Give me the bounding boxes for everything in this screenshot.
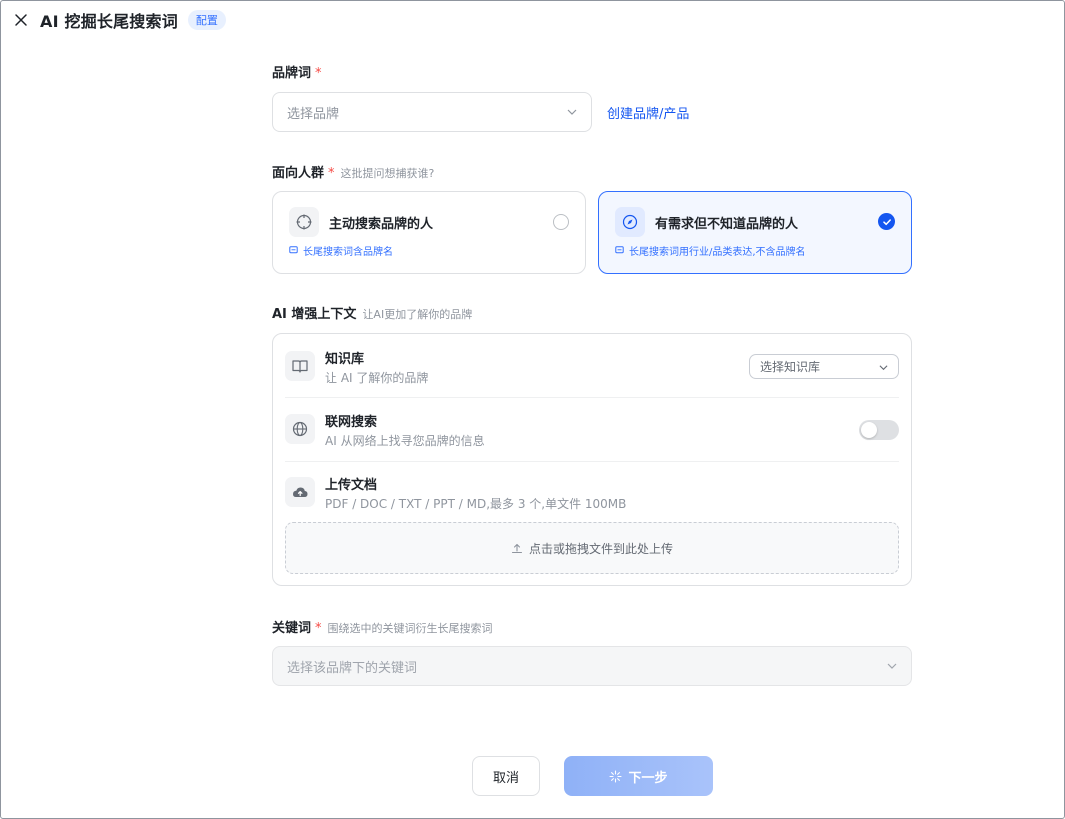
- audience-option-title: 主动搜索品牌的人: [329, 217, 434, 232]
- audience-label-text: 面向人群: [272, 166, 325, 181]
- upload-desc: PDF / DOC / TXT / PPT / MD,最多 3 个,单文件 10…: [325, 497, 627, 511]
- check-circle-icon[interactable]: [878, 213, 895, 230]
- keywords-select-placeholder: 选择该品牌下的关键词: [287, 660, 418, 676]
- divider: [285, 461, 899, 462]
- required-mark: *: [315, 621, 322, 636]
- keywords-label-text: 关键词: [272, 621, 312, 636]
- web-search-row: 联网搜索 AI 从网络上找寻您品牌的信息: [285, 411, 899, 448]
- close-icon[interactable]: [14, 13, 28, 27]
- message-icon: [289, 246, 298, 254]
- cancel-button[interactable]: 取消: [472, 756, 540, 796]
- audience-option-desc-text: 长尾搜索词含品牌名: [303, 247, 393, 258]
- chevron-down-icon: [879, 365, 888, 371]
- brand-label-text: 品牌词: [272, 66, 312, 81]
- knowledge-base-row: 知识库 让 AI 了解你的品牌 选择知识库: [285, 348, 899, 385]
- keywords-label: 关键词 * 围绕选中的关键词衍生长尾搜索词: [272, 617, 493, 636]
- next-step-button[interactable]: 下一步: [564, 756, 713, 796]
- toggle-knob: [861, 422, 877, 438]
- web-search-title: 联网搜索: [325, 415, 378, 430]
- upload-title: 上传文档: [325, 478, 378, 493]
- audience-option-desc-text: 长尾搜索词用行业/品类表达,不含品牌名: [629, 247, 806, 258]
- web-search-toggle[interactable]: [859, 420, 899, 440]
- knowledge-base-select[interactable]: 选择知识库: [749, 354, 899, 379]
- audience-hint: 这批提问想捕获谁?: [340, 167, 435, 180]
- keywords-hint: 围绕选中的关键词衍生长尾搜索词: [327, 622, 493, 635]
- audience-option-unaware-needers[interactable]: 有需求但不知道品牌的人 长尾搜索词用行业/品类表达,不含品牌名: [598, 191, 912, 274]
- status-badge: 配置: [187, 10, 226, 30]
- dialog-header: AI 挖掘长尾搜索词 配置: [14, 8, 226, 32]
- chevron-down-icon: [887, 663, 897, 669]
- upload-icon: [511, 543, 523, 554]
- ai-context-hint: 让AI更加了解你的品牌: [362, 308, 473, 321]
- brand-label: 品牌词 *: [272, 62, 322, 81]
- globe-icon: [285, 414, 315, 444]
- brand-select[interactable]: 选择品牌: [272, 92, 592, 132]
- knowledge-base-select-placeholder: 选择知识库: [760, 360, 821, 374]
- compass-icon: [615, 207, 645, 237]
- upload-dropzone[interactable]: 点击或拖拽文件到此处上传: [285, 522, 899, 574]
- web-search-desc: AI 从网络上找寻您品牌的信息: [325, 434, 485, 448]
- knowledge-base-desc: 让 AI 了解你的品牌: [325, 371, 429, 385]
- ai-context-label-text: AI 增强上下文: [272, 307, 357, 322]
- message-icon: [615, 246, 624, 254]
- cancel-button-label: 取消: [492, 770, 519, 786]
- knowledge-base-title: 知识库: [325, 352, 365, 367]
- audience-option-desc: 长尾搜索词含品牌名: [289, 243, 393, 258]
- page-title: AI 挖掘长尾搜索词: [40, 12, 178, 31]
- required-mark: *: [315, 66, 322, 81]
- audience-option-brand-searchers[interactable]: 主动搜索品牌的人 长尾搜索词含品牌名: [272, 191, 586, 274]
- cloud-upload-icon: [285, 477, 315, 507]
- audience-option-desc: 长尾搜索词用行业/品类表达,不含品牌名: [615, 243, 806, 258]
- crosshair-icon: [289, 207, 319, 237]
- audience-label: 面向人群 * 这批提问想捕获谁?: [272, 162, 434, 181]
- upload-row: 上传文档 PDF / DOC / TXT / PPT / MD,最多 3 个,单…: [285, 474, 899, 511]
- divider: [285, 397, 899, 398]
- required-mark: *: [328, 166, 335, 181]
- create-brand-link[interactable]: 创建品牌/产品: [607, 103, 689, 122]
- ai-context-panel: 知识库 让 AI 了解你的品牌 选择知识库 联网搜索 AI 从网络上找寻您品牌的…: [272, 333, 912, 586]
- radio-button[interactable]: [553, 214, 569, 230]
- brand-select-placeholder: 选择品牌: [287, 106, 340, 122]
- keywords-select[interactable]: 选择该品牌下的关键词: [272, 646, 912, 686]
- audience-option-title: 有需求但不知道品牌的人: [655, 217, 799, 232]
- chevron-down-icon: [567, 109, 577, 115]
- ai-context-label: AI 增强上下文 让AI更加了解你的品牌: [272, 303, 472, 322]
- next-step-button-label: 下一步: [628, 770, 668, 786]
- book-icon: [285, 351, 315, 381]
- sparkle-icon: [609, 769, 623, 783]
- upload-dropzone-text: 点击或拖拽文件到此处上传: [528, 541, 673, 556]
